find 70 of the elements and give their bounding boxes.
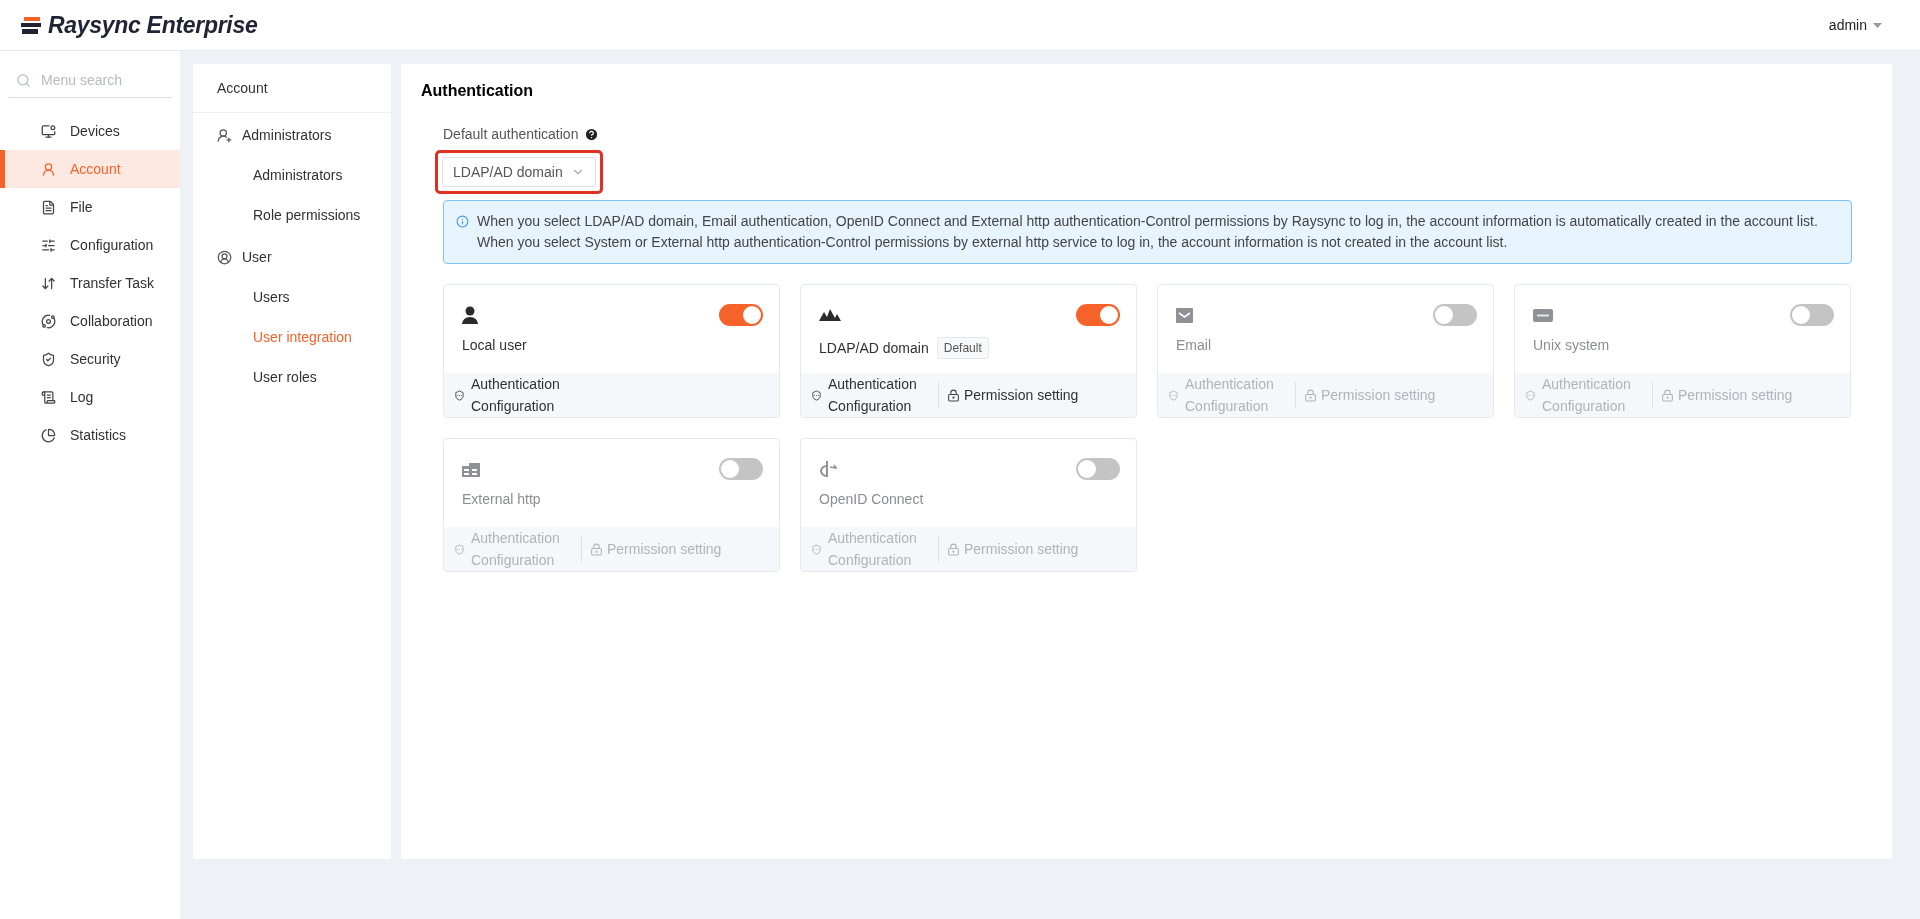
toggle-switch[interactable]: [719, 458, 763, 480]
submenu-item[interactable]: Administrators: [193, 155, 391, 195]
auth-select[interactable]: LDAP/AD domain: [442, 157, 596, 187]
submenu-item[interactable]: User roles: [193, 357, 391, 397]
default-tag: Default: [936, 337, 989, 359]
sidebar-item[interactable]: Transfer Task: [0, 264, 180, 302]
submenu-group[interactable]: Administrators: [193, 115, 391, 155]
logo-icon: [20, 15, 42, 35]
toggle-switch[interactable]: [1076, 458, 1120, 480]
toggle-switch[interactable]: [719, 304, 763, 326]
lock-icon: [590, 542, 603, 556]
shield-icon: [1525, 389, 1536, 401]
terminal-badge-icon: [1533, 308, 1553, 322]
group-icon: [217, 127, 232, 143]
permission-link[interactable]: Permission setting: [964, 384, 1079, 406]
shield-icon: [454, 543, 465, 555]
sidebar-item[interactable]: Collaboration: [0, 302, 180, 340]
card-title: LDAP/AD domain: [819, 340, 929, 356]
card-title: Local user: [462, 337, 527, 353]
notice-text: When you select LDAP/AD domain, Email authentication, OpenID Connect and External http authentication-Control permissions by Raysync to log in, the account information is automatically created in the account list.: [477, 212, 1818, 231]
menu-icon: [41, 427, 56, 443]
menu-icon: [41, 313, 56, 329]
lock-icon: [1304, 388, 1317, 402]
shield-icon: [811, 389, 822, 401]
brand-name: Raysync Enterprise: [48, 11, 258, 39]
menu-icon: [41, 237, 56, 253]
toggle-switch[interactable]: [1433, 304, 1477, 326]
sidebar-item[interactable]: Statistics: [0, 416, 180, 454]
caret-icon: [1873, 22, 1882, 28]
notice-text: When you select System or External http authentication-Control permissions by external http service to log in, the account information is not created in the account list.: [477, 233, 1509, 252]
submenu-item[interactable]: Users: [193, 277, 391, 317]
lock-icon: [947, 542, 960, 556]
shield-icon: [1168, 389, 1179, 401]
card-title: Unix system: [1533, 337, 1610, 353]
help-icon[interactable]: [584, 126, 600, 142]
toggle-switch[interactable]: [1790, 304, 1834, 326]
card-title: External http: [462, 491, 541, 507]
menu-icon: [41, 199, 56, 215]
menu-icon: [41, 351, 56, 367]
shield-icon: [811, 543, 822, 555]
card-title: OpenID Connect: [819, 491, 924, 507]
sidebar-item[interactable]: File: [0, 188, 180, 226]
lock-icon: [947, 388, 960, 402]
sidebar-item[interactable]: Log: [0, 378, 180, 416]
auth-config-link[interactable]: Authentication Configuration: [471, 373, 581, 417]
auth-config-link[interactable]: Authentication Configuration: [828, 373, 938, 417]
sidebar-item[interactable]: Security: [0, 340, 180, 378]
lock-icon: [1661, 388, 1674, 402]
envelope-icon: [1176, 307, 1193, 323]
submenu-title: Account: [193, 64, 391, 113]
menu-icon: [41, 389, 56, 405]
toggle-switch[interactable]: [1076, 304, 1120, 326]
menu-icon: [41, 123, 56, 139]
mountains-icon: [819, 309, 841, 321]
submenu-group[interactable]: User: [193, 237, 391, 277]
field-label: Default authentication: [443, 126, 579, 142]
group-icon: [217, 249, 232, 265]
menu-icon: [41, 161, 56, 177]
sidebar-item[interactable]: Configuration: [0, 226, 180, 264]
building-icon: [462, 461, 480, 477]
user-menu[interactable]: admin: [1828, 17, 1882, 33]
person-icon: [462, 306, 478, 324]
search-icon: [16, 72, 31, 88]
submenu-item[interactable]: Role permissions: [193, 195, 391, 235]
card-title: Email: [1176, 337, 1211, 353]
menu-icon: [41, 275, 56, 291]
page-title: Authentication: [421, 82, 534, 100]
shield-icon: [454, 389, 465, 401]
sidebar-item[interactable]: Devices: [0, 112, 180, 150]
info-icon: [456, 215, 469, 228]
